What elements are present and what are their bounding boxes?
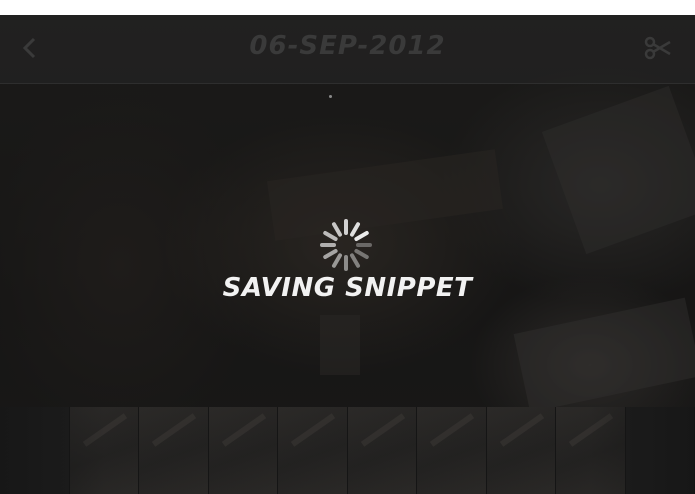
spinner-spoke [332, 253, 342, 268]
scissors-icon [644, 36, 671, 60]
spinner-spoke [323, 231, 338, 241]
spinner-spoke [332, 222, 342, 237]
spinner-spoke [350, 253, 360, 268]
spinner-spoke [354, 231, 369, 241]
progress-marker [329, 95, 332, 98]
spinner-spoke [350, 222, 360, 237]
cut-snippet-button[interactable] [641, 33, 675, 63]
saving-status-text: SAVING SNIPPET [222, 273, 473, 303]
loading-spinner-icon [320, 219, 372, 271]
app-screen: 06-SEP-2012 SAVING SNIPPET [0, 15, 695, 494]
spinner-spoke [354, 249, 369, 259]
spinner-spoke [323, 249, 338, 259]
top-bar: 06-SEP-2012 [0, 15, 695, 84]
filmstrip-fade [0, 407, 695, 494]
page-title: 06-SEP-2012 [249, 31, 446, 61]
